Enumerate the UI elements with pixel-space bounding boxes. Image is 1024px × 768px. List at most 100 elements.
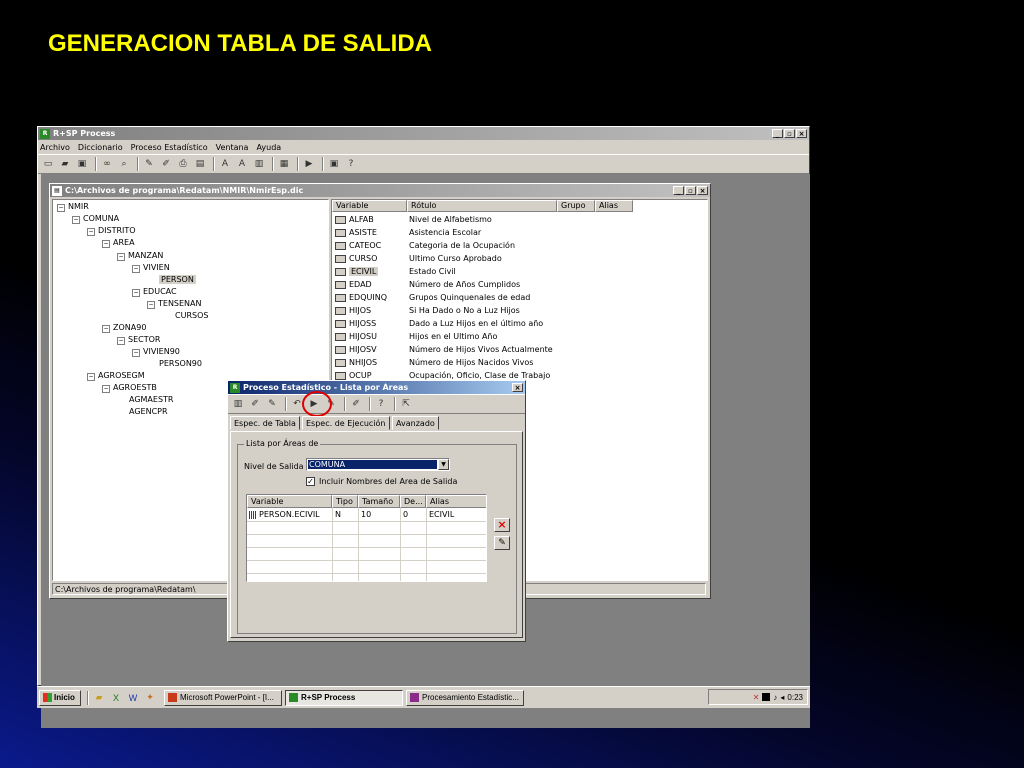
minimize-button[interactable]: _	[772, 129, 783, 138]
col-grupo[interactable]: Grupo	[557, 200, 595, 212]
wand-button[interactable]: ✎	[494, 536, 510, 550]
chart-icon[interactable]: ▥	[252, 157, 266, 171]
system-tray: ✕ ♪ ◂ 0:23	[708, 689, 808, 705]
pencil-icon[interactable]: ✐	[349, 397, 363, 411]
menu-archivo[interactable]: Archivo	[40, 143, 70, 152]
tree-item-vivien90[interactable]: − VIVIEN90	[132, 347, 180, 357]
folder-icon[interactable]: ▰	[92, 691, 106, 705]
tree-item-comuna[interactable]: − COMUNA	[72, 214, 119, 224]
windows-logo-icon	[43, 693, 52, 702]
menu-proceso[interactable]: Proceso Estadístico	[131, 143, 208, 152]
print-icon[interactable]: ⎙	[176, 157, 190, 171]
list-item[interactable]: NHIJOS Número de Hijos Nacidos Vivos	[332, 356, 707, 369]
delete-row-button[interactable]: ×	[494, 518, 510, 532]
list-item[interactable]: HIJOSU Hijos en el Ultimo Año	[332, 330, 707, 343]
list-item[interactable]: EDAD Número de Años Cumplidos	[332, 278, 707, 291]
window-icon[interactable]: ▣	[327, 157, 341, 171]
dict-maximize-button[interactable]: ▫	[685, 186, 696, 195]
font-small-icon[interactable]: A	[235, 157, 249, 171]
dict-minimize-button[interactable]: _	[673, 186, 684, 195]
wand-icon[interactable]: ✎	[142, 157, 156, 171]
tree-item-agmaestr[interactable]: AGMAESTR	[129, 395, 173, 404]
tree-item-manzan[interactable]: − MANZAN	[117, 251, 163, 261]
grid-icon[interactable]: ▦	[277, 157, 291, 171]
preview-icon[interactable]: ▤	[193, 157, 207, 171]
tree-item-agrosegm[interactable]: − AGROSEGM	[87, 371, 145, 381]
edit-table-icon[interactable]: ✐	[248, 397, 262, 411]
tree-item-agencpr[interactable]: AGENCPR	[129, 407, 168, 416]
dict-close-button[interactable]: ×	[697, 186, 708, 195]
incluir-checkbox[interactable]: ✓	[306, 477, 315, 486]
list-item[interactable]: HIJOSV Número de Hijos Vivos Actualmente	[332, 343, 707, 356]
edit-icon[interactable]: ✐	[159, 157, 173, 171]
help-icon[interactable]: ?	[374, 397, 388, 411]
col-variable[interactable]: Variable	[332, 200, 407, 212]
grid-col-de[interactable]: De...	[400, 495, 426, 508]
menu-diccionario[interactable]: Diccionario	[78, 143, 123, 152]
list-item[interactable]: ALFAB Nivel de Alfabetismo	[332, 213, 707, 226]
list-item[interactable]: HIJOSS Dado a Luz Hijos en el último año	[332, 317, 707, 330]
grid-col-variable[interactable]: Variable	[247, 495, 332, 508]
tree-item-sector[interactable]: − SECTOR	[117, 335, 160, 345]
taskbar-procesamiento[interactable]: Procesamiento Estadístic...	[406, 689, 524, 706]
app-titlebar[interactable]: R R+SP Process _ ▫ ×	[38, 127, 809, 140]
grid-col-tamano[interactable]: Tamaño	[358, 495, 400, 508]
word-icon[interactable]: W	[126, 691, 140, 705]
nivel-select[interactable]: COMUNA ▼	[306, 458, 450, 471]
table-row[interactable]: PERSON.ECIVIL N 10 0 ECIVIL	[247, 509, 486, 521]
start-button[interactable]: Inicio	[39, 689, 81, 706]
run-icon[interactable]: ▶	[302, 157, 316, 171]
display-icon[interactable]	[762, 693, 771, 701]
tree-item-educac[interactable]: − EDUCAC	[132, 287, 177, 297]
list-item[interactable]: EDQUINQ Grupos Quinquenales de edad	[332, 291, 707, 304]
grid-col-alias[interactable]: Alias	[426, 495, 486, 508]
dictionary-titlebar[interactable]: ▤ C:\Archivos de programa\Redatam\NMIR\N…	[50, 184, 710, 197]
close-button[interactable]: ×	[796, 129, 807, 138]
tree-item-area[interactable]: − AREA	[102, 238, 135, 248]
binoculars-icon[interactable]: ∞	[100, 157, 114, 171]
variables-grid[interactable]: Variable Tipo Tamaño De... Alias PERSON.…	[246, 494, 487, 582]
help-icon[interactable]: ?	[344, 157, 358, 171]
tree-item-zona90[interactable]: − ZONA90	[102, 323, 146, 333]
grid-col-tipo[interactable]: Tipo	[332, 495, 358, 508]
menu-ayuda[interactable]: Ayuda	[256, 143, 281, 152]
find-icon[interactable]: ⌕	[117, 157, 131, 171]
tab-avanzado[interactable]: Avanzado	[392, 416, 439, 430]
tree-item-tensenan[interactable]: − TENSENAN	[147, 299, 202, 309]
list-item[interactable]: CURSO Ultimo Curso Aprobado	[332, 252, 707, 265]
save-icon[interactable]: ▣	[75, 157, 89, 171]
save-table-icon[interactable]: ✎	[265, 397, 279, 411]
list-item[interactable]: ECIVIL Estado Civil	[332, 265, 707, 278]
tab-espec-ejecucion[interactable]: Espec. de Ejecución	[302, 416, 390, 430]
chevron-down-icon[interactable]: ▼	[438, 459, 449, 470]
network-icon[interactable]: ✕	[753, 693, 760, 702]
tree-item-vivien[interactable]: − VIVIEN	[132, 263, 170, 273]
list-item[interactable]: CATEOC Categoria de la Ocupación	[332, 239, 707, 252]
col-rotulo[interactable]: Rótulo	[407, 200, 557, 212]
col-alias[interactable]: Alias	[595, 200, 633, 212]
font-large-icon[interactable]: A	[218, 157, 232, 171]
language-icon[interactable]: ♪	[773, 693, 777, 702]
volume-icon[interactable]: ◂	[780, 693, 784, 702]
tree-item-person[interactable]: PERSON	[159, 275, 196, 284]
table-icon[interactable]: ▥	[231, 397, 245, 411]
taskbar-powerpoint[interactable]: Microsoft PowerPoint - [I...	[164, 689, 282, 706]
menu-ventana[interactable]: Ventana	[216, 143, 249, 152]
tree-item-cursos[interactable]: CURSOS	[175, 311, 208, 320]
excel-icon[interactable]: X	[109, 691, 123, 705]
dialog-titlebar[interactable]: R Proceso Estadístico - Lista por Áreas …	[228, 381, 525, 394]
app-shortcut-icon[interactable]: ✦	[143, 691, 157, 705]
tree-item-distrito[interactable]: − DISTRITO	[87, 226, 136, 236]
new-icon[interactable]: ▭	[41, 157, 55, 171]
exit-icon[interactable]: ⇱	[399, 397, 413, 411]
tree-item-nmir[interactable]: − NMIR	[57, 202, 89, 212]
open-icon[interactable]: ▰	[58, 157, 72, 171]
list-item[interactable]: ASISTE Asistencia Escolar	[332, 226, 707, 239]
tree-item-person90[interactable]: PERSON90	[159, 359, 202, 368]
list-item[interactable]: HIJOS Si Ha Dado o No a Luz Hijos	[332, 304, 707, 317]
tab-espec-tabla[interactable]: Espec. de Tabla	[230, 416, 300, 430]
tree-item-agroestb[interactable]: − AGROESTB	[102, 383, 157, 393]
taskbar-rsp-process[interactable]: R+SP Process	[285, 689, 403, 706]
maximize-button[interactable]: ▫	[784, 129, 795, 138]
dialog-close-button[interactable]: ×	[512, 383, 523, 392]
